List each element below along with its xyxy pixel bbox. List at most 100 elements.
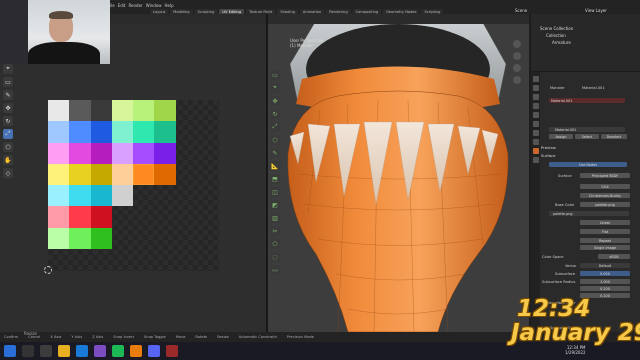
move-icon[interactable]: ✥ xyxy=(270,96,280,106)
palette-swatch[interactable] xyxy=(69,142,91,164)
transform-icon[interactable]: ⬡ xyxy=(270,135,280,145)
palette-swatch[interactable] xyxy=(154,228,175,249)
smooth-icon[interactable]: 〰 xyxy=(270,265,280,275)
inset-icon[interactable]: ◫ xyxy=(270,187,280,197)
view-layer-selector[interactable]: View Layer xyxy=(585,8,607,13)
menu-window[interactable]: Window xyxy=(146,3,162,8)
palette-swatch[interactable] xyxy=(69,100,91,122)
2d-cursor-icon[interactable] xyxy=(44,266,52,274)
cursor-icon[interactable]: ⌖ xyxy=(270,83,280,93)
source-dropdown[interactable]: Single Image xyxy=(580,245,630,250)
transform-tool-icon[interactable]: ⬡ xyxy=(3,142,13,152)
discord-icon[interactable] xyxy=(148,345,160,357)
subsurface-radius-x[interactable]: 1.000 xyxy=(580,279,630,284)
palette-swatch[interactable] xyxy=(133,121,155,143)
palette-swatch[interactable] xyxy=(133,185,154,206)
use-nodes-button[interactable]: Use Nodes xyxy=(549,162,627,167)
select-tool-icon[interactable]: ▭ xyxy=(3,77,13,87)
task-view-icon[interactable] xyxy=(40,345,52,357)
object-tab-icon[interactable] xyxy=(532,121,539,127)
windows-start-icon[interactable] xyxy=(4,345,16,357)
spin-icon[interactable]: ◌ xyxy=(270,252,280,262)
grab-tool-icon[interactable]: ✋ xyxy=(3,155,13,165)
scene-collection[interactable]: Scene Collection xyxy=(540,26,573,31)
palette-swatch[interactable] xyxy=(111,121,134,143)
palette-swatch[interactable] xyxy=(133,100,155,122)
output-tab-icon[interactable] xyxy=(532,94,539,100)
rotate-icon[interactable]: ↻ xyxy=(270,109,280,119)
palette-swatch[interactable] xyxy=(154,185,175,206)
3d-viewport[interactable] xyxy=(268,14,529,332)
palette-swatch[interactable] xyxy=(48,227,70,250)
palette-swatch[interactable] xyxy=(48,142,70,164)
rip-tool-icon[interactable]: ◇ xyxy=(3,168,13,178)
grid-icon[interactable] xyxy=(513,76,521,84)
cursor-tool-icon[interactable]: ⌖ xyxy=(3,64,13,74)
palette-swatch[interactable] xyxy=(69,121,91,143)
menu-render[interactable]: Render xyxy=(128,3,142,8)
subsurface-field[interactable]: 0.000 xyxy=(580,271,630,276)
vector-field[interactable]: Default xyxy=(580,263,630,268)
data-tab-icon[interactable] xyxy=(532,139,539,145)
material-name-field[interactable]: Material.001 xyxy=(549,127,625,132)
palette-swatch[interactable] xyxy=(48,100,70,122)
palette-swatch[interactable] xyxy=(154,142,176,164)
palette-swatch[interactable] xyxy=(111,100,134,122)
spotify-icon[interactable] xyxy=(112,345,124,357)
projection-dropdown[interactable]: Flat xyxy=(580,229,630,234)
annotate-tool-icon[interactable]: ✎ xyxy=(3,90,13,100)
palette-swatch[interactable] xyxy=(111,163,134,186)
palette-swatch[interactable] xyxy=(111,185,134,207)
scene-selector[interactable]: Scene xyxy=(515,8,527,13)
palette-swatch[interactable] xyxy=(90,100,112,122)
palette-swatch[interactable] xyxy=(48,185,70,207)
visual-studio-icon[interactable] xyxy=(94,345,106,357)
palette-swatch[interactable] xyxy=(154,206,175,227)
surface-panel[interactable]: Surface xyxy=(541,153,637,158)
palette-swatch[interactable] xyxy=(133,142,155,164)
palette-swatch[interactable] xyxy=(90,142,112,164)
deselect-button[interactable]: Deselect xyxy=(601,134,627,139)
zoom-icon[interactable] xyxy=(513,40,521,48)
texture-tab-icon[interactable] xyxy=(532,157,539,163)
color-space-dropdown[interactable]: sRGB xyxy=(598,254,630,259)
palette-swatch[interactable] xyxy=(111,142,134,164)
system-clock[interactable]: 12:34 PM 1/29/2022 xyxy=(565,345,586,355)
palette-swatch[interactable] xyxy=(90,163,112,186)
assign-button[interactable]: Assign xyxy=(549,134,573,139)
outliner-item-collection[interactable]: Collection xyxy=(546,33,566,38)
blender-icon[interactable] xyxy=(130,345,142,357)
obs-icon[interactable] xyxy=(166,345,178,357)
image-datablock-field[interactable]: palette.png xyxy=(549,211,629,216)
surface-shader-field[interactable]: Principled BSDF xyxy=(580,173,630,178)
interpolation-dropdown[interactable]: Linear xyxy=(580,220,630,225)
palette-swatch[interactable] xyxy=(90,121,112,143)
render-tab-icon[interactable] xyxy=(532,85,539,91)
palette-swatch[interactable] xyxy=(69,163,91,186)
camera-icon[interactable] xyxy=(513,64,521,72)
loop-cut-icon[interactable]: ▥ xyxy=(270,213,280,223)
palette-swatch[interactable] xyxy=(90,206,112,228)
select-box-icon[interactable]: ▭ xyxy=(270,70,280,80)
uv-palette-texture[interactable] xyxy=(48,100,176,250)
preview-panel[interactable]: Preview xyxy=(541,145,637,150)
extension-dropdown[interactable]: Repeat xyxy=(580,238,630,243)
palette-swatch[interactable] xyxy=(48,163,70,186)
world-tab-icon[interactable] xyxy=(532,112,539,118)
outliner-item-armature[interactable]: Armature xyxy=(552,40,571,45)
annotate-icon[interactable]: ✎ xyxy=(270,148,280,158)
base-color-field[interactable]: palette.png xyxy=(580,202,630,207)
scale-icon[interactable]: ⤢ xyxy=(270,122,280,132)
palette-swatch[interactable] xyxy=(112,206,133,227)
modifier-tab-icon[interactable] xyxy=(532,130,539,136)
scene-tab-icon[interactable] xyxy=(532,103,539,109)
palette-swatch[interactable] xyxy=(48,206,70,228)
palette-swatch[interactable] xyxy=(69,227,91,250)
measure-icon[interactable]: 📐 xyxy=(270,161,280,171)
palette-swatch[interactable] xyxy=(133,163,155,186)
select-button[interactable]: Select xyxy=(575,134,599,139)
palette-swatch[interactable] xyxy=(90,185,112,207)
palette-swatch[interactable] xyxy=(154,163,176,186)
search-icon[interactable] xyxy=(22,345,34,357)
palette-swatch[interactable] xyxy=(69,185,91,207)
